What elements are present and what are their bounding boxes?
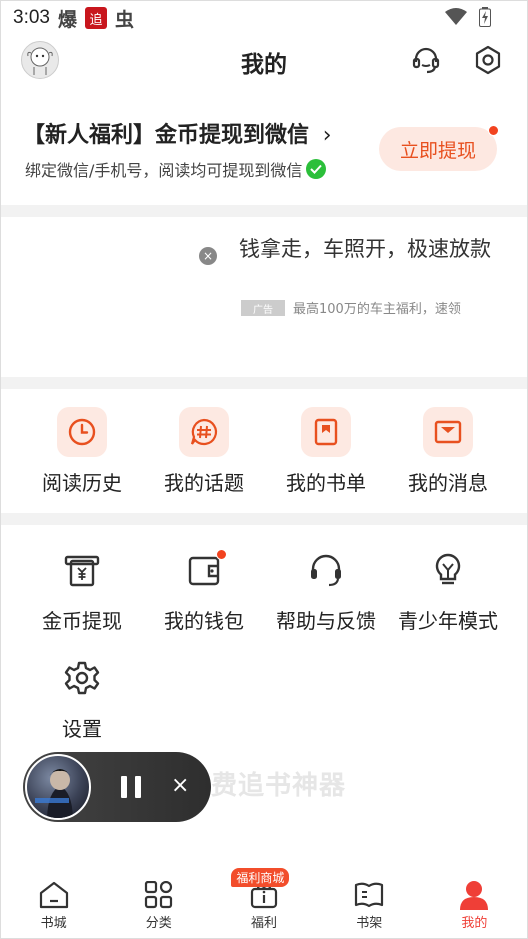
mini-audio-player[interactable]: × (23, 752, 211, 822)
settings-button[interactable] (471, 43, 505, 77)
ad-description: 最高100万的车主福利，速领 (293, 302, 461, 317)
nav-label: 分类 (145, 916, 172, 931)
nav-category[interactable]: 分类 (106, 876, 211, 938)
cover-art-icon (35, 769, 73, 818)
mail-icon (423, 407, 473, 457)
quick-action-label: 我的话题 (164, 471, 244, 495)
nav-label: 福利 (251, 916, 278, 931)
status-app-icon: 爆 (57, 8, 77, 31)
customer-service-button[interactable] (409, 43, 443, 77)
teen-mode-button[interactable]: 青少年模式 (387, 545, 509, 634)
reading-history-button[interactable]: 阅读历史 (21, 407, 143, 496)
welfare-mall-badge: 福利商城 (231, 868, 290, 887)
settings-button[interactable]: 设置 (21, 653, 143, 742)
nav-label: 书城 (40, 916, 67, 931)
headset-icon (301, 545, 351, 595)
my-messages-button[interactable]: 我的消息 (387, 407, 509, 496)
clock-icon (57, 407, 107, 457)
status-right (445, 7, 491, 27)
audiobook-cover[interactable] (25, 754, 91, 820)
booklist-icon (301, 407, 351, 457)
notification-dot (216, 549, 227, 560)
coin-withdraw-icon (57, 545, 107, 595)
services-row: 金币提现 我的钱包 帮助与反馈 青少年模式 (1, 545, 527, 634)
bookshelf-icon (352, 880, 386, 910)
nav-profile[interactable]: 我的 (422, 876, 527, 938)
promo-title: 【新人福利】金币提现到微信 › (23, 123, 332, 148)
nav-bookstore[interactable]: 书城 (1, 876, 106, 938)
home-icon (37, 880, 71, 910)
nav-welfare[interactable]: 福利 福利商城 (211, 868, 316, 938)
section-divider (1, 205, 527, 217)
lightbulb-icon (423, 545, 473, 595)
hashtag-chat-icon (179, 407, 229, 457)
page-title: 我的 (241, 52, 287, 78)
status-app-icon: 追 (85, 7, 107, 29)
category-icon (142, 880, 176, 910)
coin-withdraw-button[interactable]: 金币提现 (21, 545, 143, 634)
promo-subtitle: 绑定微信/手机号，阅读均可提现到微信 (25, 157, 327, 181)
quick-actions: 阅读历史 我的话题 我的书单 我的消息 (1, 407, 527, 496)
hexagon-settings-icon (475, 45, 501, 75)
status-bar: 3:03 爆 追 虫 (1, 1, 527, 35)
chevron-right-icon: › (322, 123, 332, 148)
wechat-check-icon (306, 159, 327, 179)
pause-icon (121, 776, 127, 798)
ad-close-button[interactable]: × (199, 247, 217, 265)
battery-icon (479, 7, 491, 27)
withdraw-now-button[interactable]: 立即提现 (379, 127, 497, 171)
section-divider (1, 513, 527, 525)
my-booklist-button[interactable]: 我的书单 (265, 407, 387, 496)
gear-icon (57, 653, 107, 703)
service-label: 青少年模式 (398, 609, 498, 633)
profile-icon (457, 880, 491, 910)
quick-action-label: 我的消息 (408, 471, 488, 495)
ad-tag: 广告 (241, 300, 285, 316)
quick-action-label: 阅读历史 (42, 471, 122, 495)
my-topics-button[interactable]: 我的话题 (143, 407, 265, 496)
nav-bookshelf[interactable]: 书架 (317, 876, 422, 938)
promo-banner[interactable]: 【新人福利】金币提现到微信 › 绑定微信/手机号，阅读均可提现到微信 立即提现 (1, 101, 527, 205)
watermark-text: 费追书神器 (211, 771, 347, 801)
service-label: 金币提现 (42, 609, 122, 633)
nav-label: 我的 (461, 916, 488, 931)
headset-icon (412, 47, 440, 74)
status-app-icon: 虫 (115, 8, 135, 31)
wifi-icon (445, 8, 467, 25)
bottom-navigation: 书城 分类 福利 福利商城 书架 我的 (1, 868, 527, 938)
nav-label: 书架 (356, 916, 383, 931)
my-wallet-button[interactable]: 我的钱包 (143, 545, 265, 634)
services-row: 设置 (1, 653, 527, 742)
service-label: 我的钱包 (164, 609, 244, 633)
section-divider (1, 377, 527, 389)
header: 我的 (1, 37, 527, 83)
pause-icon (135, 776, 141, 798)
status-time: 3:03 (13, 7, 50, 28)
notification-dot (488, 125, 499, 136)
service-label: 帮助与反馈 (276, 609, 376, 633)
help-feedback-button[interactable]: 帮助与反馈 (265, 545, 387, 634)
quick-action-label: 我的书单 (286, 471, 366, 495)
ad-title: 钱拿走，车照开，极速放款 (239, 237, 491, 261)
service-label: 设置 (62, 717, 102, 741)
wallet-icon (179, 545, 229, 595)
player-close-button[interactable]: × (171, 772, 189, 800)
ad-card[interactable]: × 钱拿走，车照开，极速放款 广告 最高100万的车主福利，速领 (1, 217, 527, 377)
profile-screen: 3:03 爆 追 虫 我的 【新人福利】金币提现到微信 › 绑定微信/手机号，阅… (0, 0, 528, 939)
pause-button[interactable] (121, 776, 141, 798)
